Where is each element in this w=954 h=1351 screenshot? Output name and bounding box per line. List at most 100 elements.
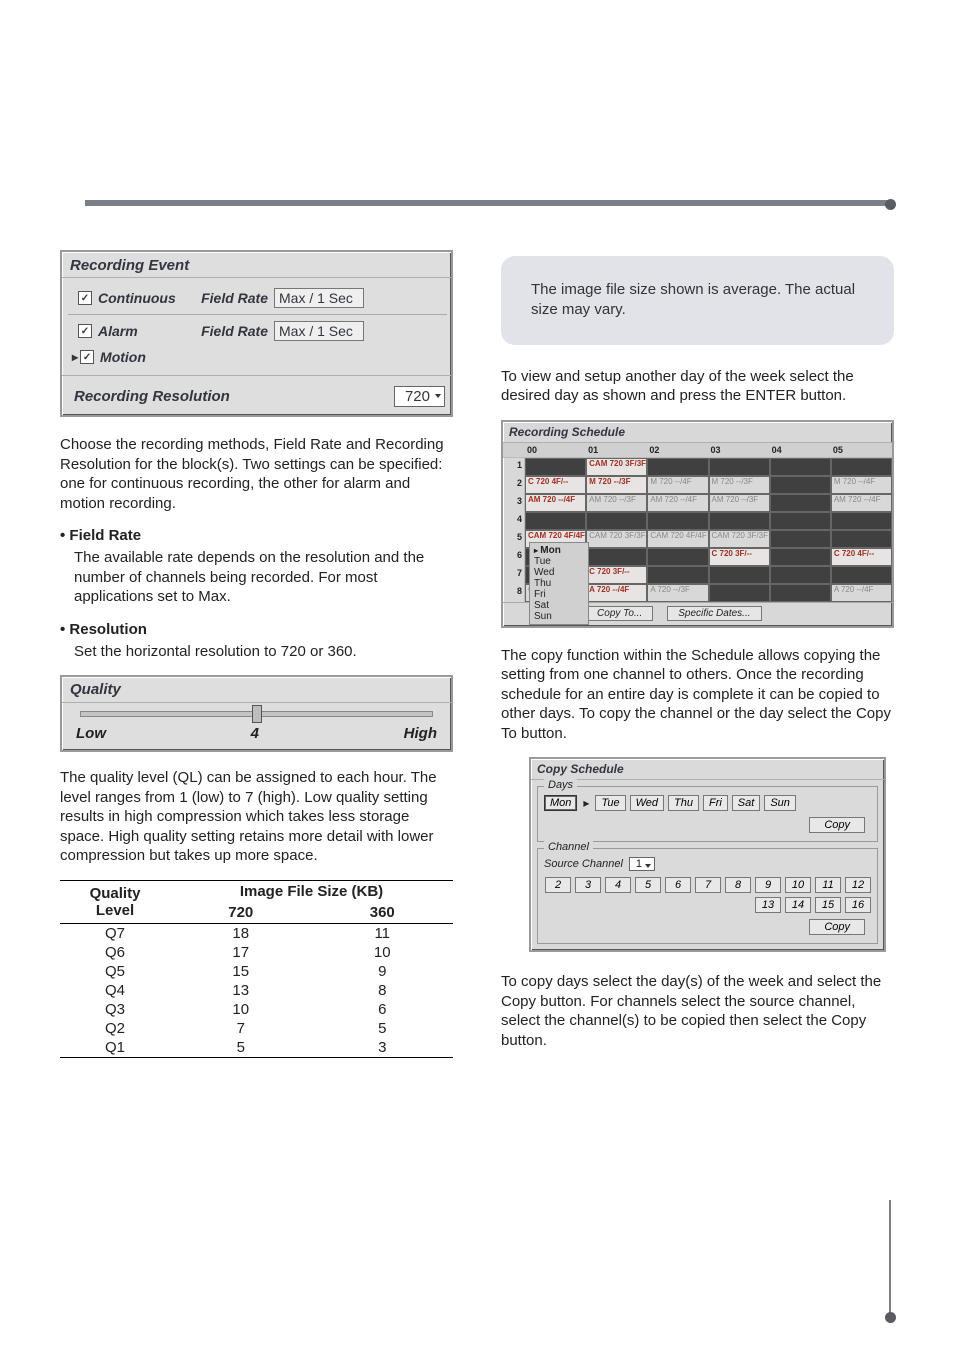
- schedule-cell[interactable]: [709, 512, 770, 530]
- day-button[interactable]: Wed: [630, 795, 664, 811]
- schedule-cell[interactable]: [709, 584, 770, 602]
- schedule-cell[interactable]: M 720 --/4F: [831, 476, 892, 494]
- schedule-cell[interactable]: [770, 584, 831, 602]
- schedule-cell[interactable]: [770, 476, 831, 494]
- day-button[interactable]: Sun: [764, 795, 796, 811]
- day-menu-item[interactable]: Sun: [532, 611, 586, 622]
- schedule-cell[interactable]: [586, 548, 647, 566]
- day-menu-item[interactable]: Fri: [532, 589, 586, 600]
- schedule-cell[interactable]: [770, 512, 831, 530]
- motion-checkbox[interactable]: ✓: [80, 350, 94, 364]
- schedule-cell[interactable]: [770, 458, 831, 476]
- schedule-cell[interactable]: [831, 458, 892, 476]
- channel-button[interactable]: 10: [785, 877, 811, 893]
- channel-button[interactable]: 2: [545, 877, 571, 893]
- schedule-cell[interactable]: [647, 548, 708, 566]
- decor-dot-bottom: [885, 1312, 896, 1323]
- channel-button[interactable]: 13: [755, 897, 781, 913]
- continuous-value[interactable]: Max / 1 Sec: [274, 288, 364, 308]
- day-menu-item[interactable]: Thu: [532, 578, 586, 589]
- quality-title: Quality: [62, 677, 451, 703]
- schedule-cell[interactable]: CAM 720 3F/3F: [709, 530, 770, 548]
- schedule-cell[interactable]: AM 720 --/4F: [525, 494, 586, 512]
- channel-button[interactable]: 3: [575, 877, 601, 893]
- schedule-cell[interactable]: C 720 3F/--: [586, 566, 647, 584]
- field-rate-body: The available rate depends on the resolu…: [74, 548, 453, 607]
- day-button[interactable]: Tue: [595, 795, 625, 811]
- channel-copy-button[interactable]: Copy: [809, 919, 865, 935]
- schedule-cell[interactable]: A 720 --/3F: [647, 584, 708, 602]
- schedule-cell[interactable]: [831, 530, 892, 548]
- schedule-cell[interactable]: A 720 --/4F: [586, 584, 647, 602]
- day-button[interactable]: Mon: [544, 795, 577, 811]
- schedule-cell[interactable]: M 720 --/3F: [709, 476, 770, 494]
- schedule-cell[interactable]: AM 720 --/3F: [586, 494, 647, 512]
- channel-button[interactable]: 4: [605, 877, 631, 893]
- day-menu-item[interactable]: Sat: [532, 600, 586, 611]
- schedule-cell[interactable]: M 720 --/3F: [586, 476, 647, 494]
- day-menu[interactable]: MonTueWedThuFriSatSun: [529, 542, 589, 625]
- channel-button[interactable]: 8: [725, 877, 751, 893]
- schedule-cell[interactable]: CAM 720 3F/3F: [586, 530, 647, 548]
- schedule-cell[interactable]: AM 720 --/3F: [709, 494, 770, 512]
- resolution-select[interactable]: 720: [394, 386, 445, 407]
- schedule-cell[interactable]: CAM 720 3F/3F: [586, 458, 647, 476]
- schedule-cell[interactable]: A 720 --/4F: [831, 584, 892, 602]
- schedule-cell[interactable]: [770, 566, 831, 584]
- schedule-cell[interactable]: [586, 512, 647, 530]
- schedule-cell[interactable]: [831, 566, 892, 584]
- source-channel-select[interactable]: 1: [629, 857, 655, 871]
- continuous-checkbox[interactable]: ✓: [78, 291, 92, 305]
- days-group-label: Days: [544, 779, 577, 791]
- note-box: The image file size shown is average. Th…: [501, 256, 894, 345]
- schedule-cell[interactable]: [770, 494, 831, 512]
- table-row: Q153: [60, 1038, 453, 1058]
- schedule-cell[interactable]: AM 720 --/4F: [831, 494, 892, 512]
- copy-schedule-panel: Copy Schedule Days Mon▸TueWedThuFriSatSu…: [529, 757, 886, 952]
- schedule-cell[interactable]: C 720 3F/--: [709, 548, 770, 566]
- field-rate-label: Field Rate: [188, 323, 274, 339]
- day-button[interactable]: Thu: [668, 795, 699, 811]
- schedule-cell[interactable]: [770, 548, 831, 566]
- table-row: Q61710: [60, 943, 453, 962]
- schedule-cell[interactable]: AM 720 --/4F: [647, 494, 708, 512]
- schedule-cell[interactable]: [831, 512, 892, 530]
- schedule-cell[interactable]: [525, 458, 586, 476]
- schedule-hour-header: 01: [586, 443, 647, 458]
- channel-button[interactable]: 16: [845, 897, 871, 913]
- schedule-row-num: 4: [503, 512, 525, 530]
- schedule-cell[interactable]: [525, 512, 586, 530]
- alarm-checkbox[interactable]: ✓: [78, 324, 92, 338]
- day-menu-item[interactable]: Mon: [532, 545, 586, 556]
- table-row: Q275: [60, 1019, 453, 1038]
- schedule-cell[interactable]: M 720 --/4F: [647, 476, 708, 494]
- schedule-cell[interactable]: [709, 566, 770, 584]
- day-menu-item[interactable]: Tue: [532, 556, 586, 567]
- schedule-cell[interactable]: CAM 720 4F/4F: [647, 530, 708, 548]
- days-copy-button[interactable]: Copy: [809, 817, 865, 833]
- schedule-cell[interactable]: [647, 566, 708, 584]
- schedule-cell[interactable]: C 720 4F/--: [831, 548, 892, 566]
- channel-button[interactable]: 7: [695, 877, 721, 893]
- quality-thumb[interactable]: [252, 705, 262, 723]
- schedule-cell[interactable]: [770, 530, 831, 548]
- alarm-value[interactable]: Max / 1 Sec: [274, 321, 364, 341]
- channel-button[interactable]: 11: [815, 877, 841, 893]
- schedule-hour-header: 00: [525, 443, 586, 458]
- specific-dates-button[interactable]: Specific Dates...: [667, 606, 761, 621]
- schedule-cell[interactable]: [647, 458, 708, 476]
- channel-button[interactable]: 15: [815, 897, 841, 913]
- channel-button[interactable]: 6: [665, 877, 691, 893]
- schedule-cell[interactable]: [647, 512, 708, 530]
- copy-to-button[interactable]: Copy To...: [586, 606, 653, 621]
- day-button[interactable]: Sat: [732, 795, 761, 811]
- day-menu-item[interactable]: Wed: [532, 567, 586, 578]
- schedule-cell[interactable]: [709, 458, 770, 476]
- channel-button[interactable]: 5: [635, 877, 661, 893]
- day-button[interactable]: Fri: [703, 795, 728, 811]
- channel-button[interactable]: 12: [845, 877, 871, 893]
- channel-button[interactable]: 14: [785, 897, 811, 913]
- quality-slider[interactable]: [80, 711, 433, 717]
- channel-button[interactable]: 9: [755, 877, 781, 893]
- schedule-cell[interactable]: C 720 4F/--: [525, 476, 586, 494]
